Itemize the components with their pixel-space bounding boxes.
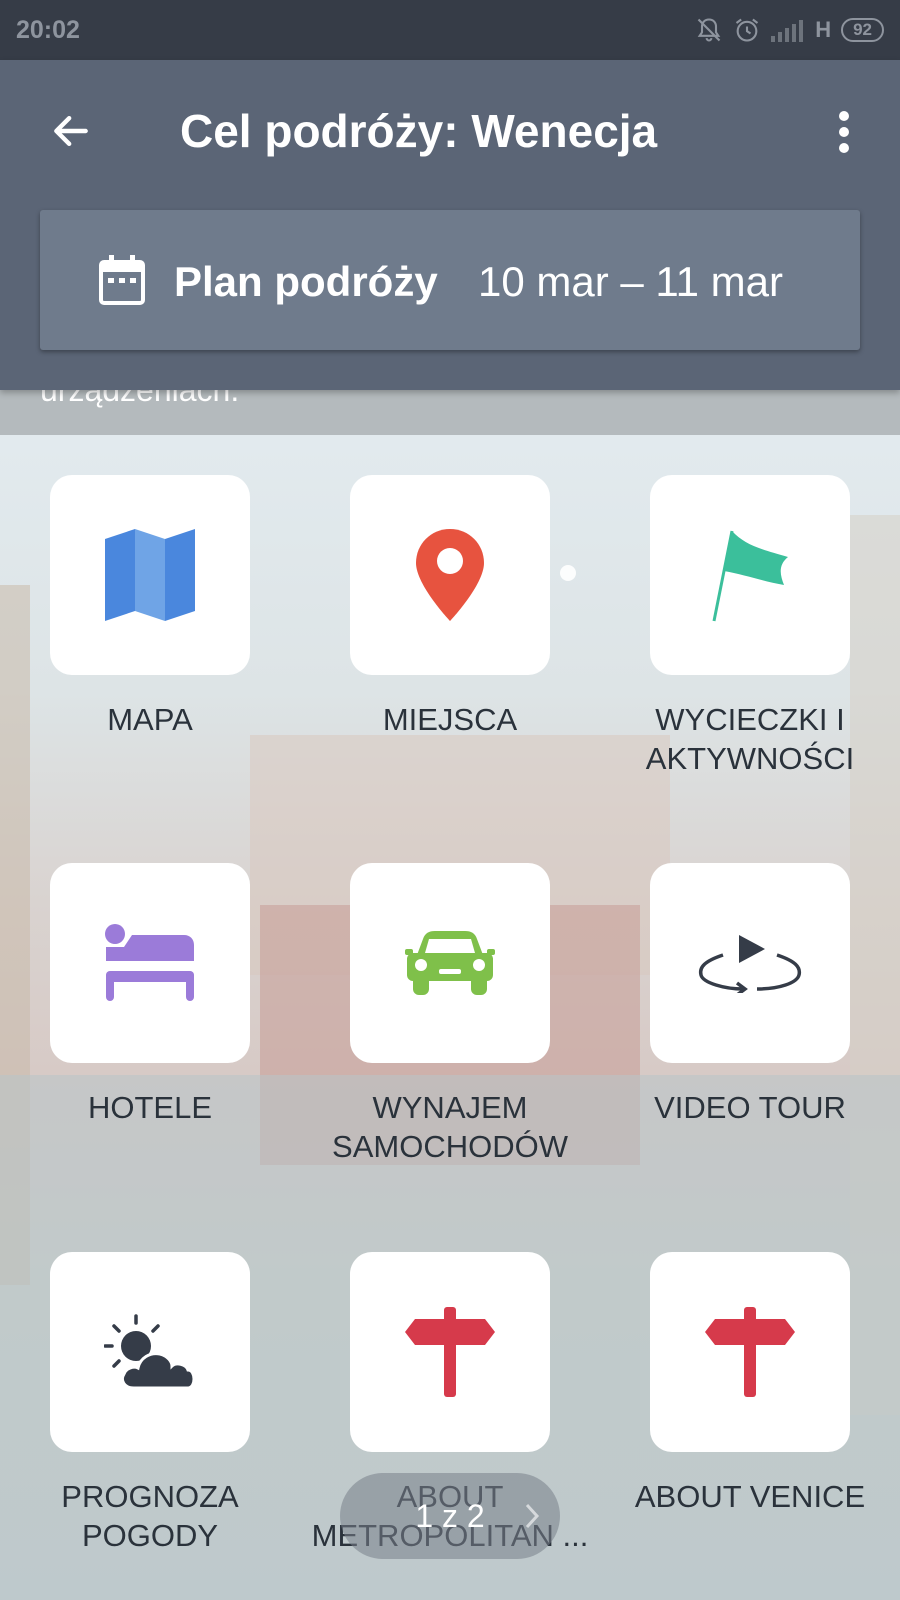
signpost-icon — [405, 1307, 495, 1397]
tile-label-weather: PROGNOZA POGODY — [61, 1479, 239, 1553]
tile-tours[interactable] — [650, 475, 850, 675]
tile-about-metropolitan[interactable] — [350, 1252, 550, 1452]
tile-hotels[interactable] — [50, 863, 250, 1063]
tile-places[interactable] — [350, 475, 550, 675]
tile-about-venice[interactable] — [650, 1252, 850, 1452]
tile-label-about-venice: ABOUT VENICE — [634, 1479, 866, 1514]
back-button[interactable] — [46, 106, 96, 156]
notifications-off-icon — [697, 18, 721, 42]
trip-plan-dates: 10 mar – 11 mar — [478, 258, 784, 305]
app-header: Cel podróży: Wenecja Plan podróży 10 mar… — [0, 60, 900, 390]
tile-label-hotels: HOTELE — [87, 1090, 213, 1125]
tile-label-map: MAPA — [107, 702, 193, 737]
page-title: Cel podróży: Wenecja — [180, 105, 658, 157]
tile-weather[interactable] — [50, 1252, 250, 1452]
map-icon — [105, 529, 195, 621]
battery-level: 92 — [841, 18, 884, 42]
trip-plan-card[interactable]: Plan podróży 10 mar – 11 mar — [40, 210, 860, 350]
status-time: 20:02 — [16, 16, 80, 44]
signal-icon — [771, 20, 804, 42]
chevron-right-icon — [525, 1503, 540, 1529]
page-indicator-text: 1 z 2 — [415, 1497, 485, 1534]
tile-label-tours: WYCIECZKI I AKTYWNOŚCI — [645, 702, 855, 776]
tile-video-tour[interactable] — [650, 863, 850, 1063]
signpost-icon — [705, 1307, 795, 1397]
more-vert-icon — [839, 111, 849, 153]
alarm-icon — [736, 18, 759, 42]
status-icons: H 92 — [695, 14, 884, 46]
tile-map[interactable] — [50, 475, 250, 675]
tile-label-places: MIEJSCA — [382, 702, 518, 737]
tile-car-rental[interactable] — [350, 863, 550, 1063]
weather-icon — [104, 1314, 196, 1390]
location-pin-icon — [416, 529, 484, 621]
car-icon — [405, 931, 495, 995]
status-bar: 20:02 H 92 — [0, 0, 900, 60]
calendar-icon — [99, 255, 145, 305]
page-indicator[interactable]: 1 z 2 — [340, 1473, 560, 1559]
trip-plan-title: Plan podróży — [174, 258, 438, 305]
network-type: H — [815, 17, 832, 42]
more-options-button[interactable] — [824, 104, 864, 160]
bed-icon — [105, 924, 194, 1001]
arrow-left-icon — [54, 115, 88, 147]
video-360-icon — [698, 935, 802, 993]
tile-label-car-rental: WYNAJEM SAMOCHODÓW — [332, 1090, 568, 1164]
tile-label-video-tour: VIDEO TOUR — [654, 1090, 846, 1125]
flag-icon — [712, 530, 788, 622]
